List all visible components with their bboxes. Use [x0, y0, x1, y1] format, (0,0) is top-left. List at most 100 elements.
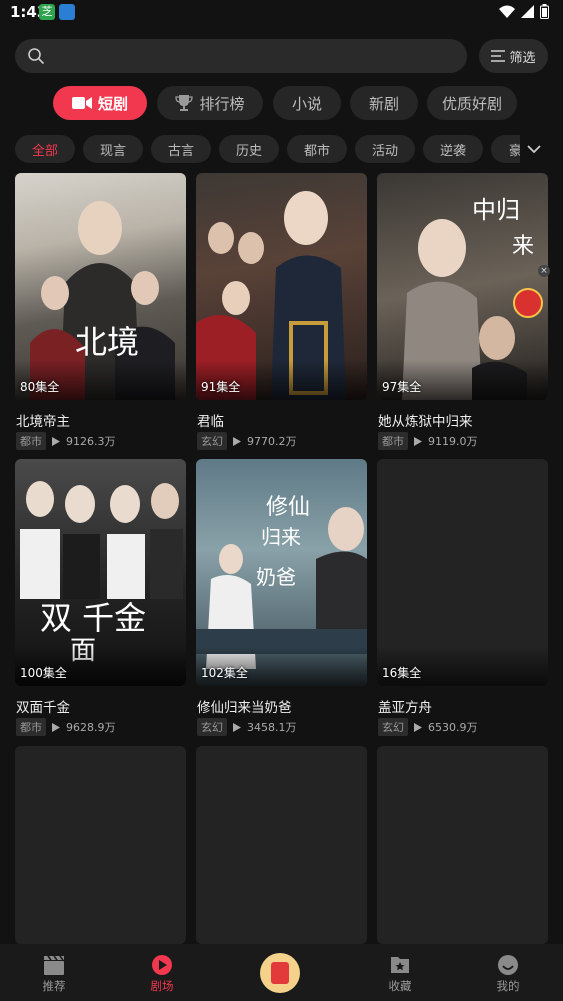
drama-poster[interactable]: 双 千金 面 100集全 — [15, 459, 186, 686]
play-count: 6530.9万 — [428, 721, 478, 734]
category-label: 都市 — [303, 143, 330, 159]
genre-tag: 都市 — [378, 432, 408, 450]
play-count: 9628.9万 — [66, 721, 116, 734]
category-tab[interactable]: 古言 — [151, 135, 211, 163]
drama-title: 双面千金 — [16, 700, 70, 716]
tab-novel[interactable]: 小说 — [273, 86, 341, 120]
drama-poster-placeholder[interactable] — [196, 746, 367, 944]
drama-poster[interactable]: 中归 来 97集全 — [377, 173, 548, 400]
category-label: 逆袭 — [439, 143, 466, 159]
category-tabs: 全部 现言 古言 历史 都市 活动 逆袭 豪 — [15, 135, 520, 163]
play-circle-icon — [152, 955, 172, 975]
category-tab-all[interactable]: 全部 — [15, 135, 75, 163]
svg-text:归来: 归来 — [261, 525, 301, 549]
svg-text:中归: 中归 — [472, 196, 520, 224]
tab-label: 小说 — [291, 94, 322, 113]
battery-icon — [540, 4, 549, 19]
red-envelope-icon — [271, 962, 289, 984]
status-bar: 1:43 芝 — [0, 0, 563, 26]
system-icons — [499, 4, 549, 19]
category-tab[interactable]: 历史 — [219, 135, 279, 163]
tab-quality-drama[interactable]: 优质好剧 — [427, 86, 517, 120]
drama-poster[interactable]: 修仙 归来 奶爸 102集全 — [196, 459, 367, 686]
trophy-icon — [175, 95, 194, 111]
svg-text:双 千金: 双 千金 — [40, 599, 146, 637]
drama-poster[interactable]: 16集全 — [377, 459, 548, 686]
nav-label: 剧场 — [150, 979, 174, 993]
category-label: 历史 — [235, 143, 262, 159]
drama-meta: 玄幻 6530.9万 — [378, 718, 478, 736]
play-icon — [52, 722, 60, 732]
episode-count: 80集全 — [20, 380, 60, 394]
filter-button[interactable]: 筛选 — [479, 39, 548, 73]
genre-tag: 都市 — [16, 718, 46, 736]
nav-item-theater[interactable]: 剧场 — [122, 944, 202, 1001]
tab-label: 排行榜 — [199, 94, 245, 113]
search-icon — [28, 48, 44, 64]
genre-tag: 玄幻 — [197, 718, 227, 736]
signal-icon — [521, 5, 534, 18]
close-icon[interactable]: × — [538, 265, 550, 277]
play-count: 9119.0万 — [428, 435, 478, 448]
nav-item-recommend[interactable]: 推荐 — [14, 944, 94, 1001]
episode-count: 16集全 — [382, 666, 422, 680]
category-label: 现言 — [99, 143, 126, 159]
red-packet-icon[interactable] — [513, 288, 543, 318]
notification-app-icon: 芝 — [39, 4, 55, 20]
drama-poster[interactable]: 91集全 — [196, 173, 367, 400]
tab-short-drama[interactable]: 短剧 — [53, 86, 147, 120]
category-tab[interactable]: 现言 — [83, 135, 143, 163]
category-tab[interactable]: 豪 — [491, 135, 520, 163]
notification-app-icon-2 — [59, 4, 75, 20]
play-icon — [233, 436, 241, 446]
tab-label: 新剧 — [368, 94, 399, 113]
category-label: 豪 — [509, 143, 520, 159]
category-tab[interactable]: 都市 — [287, 135, 347, 163]
drama-meta: 玄幻 9770.2万 — [197, 432, 297, 450]
tab-new-drama[interactable]: 新剧 — [350, 86, 418, 120]
play-icon — [414, 436, 422, 446]
genre-tag: 玄幻 — [197, 432, 227, 450]
genre-tag: 都市 — [16, 432, 46, 450]
filter-lines-icon — [491, 50, 506, 62]
search-input[interactable] — [15, 39, 467, 73]
nav-label: 收藏 — [388, 979, 412, 993]
svg-text:奶爸: 奶爸 — [256, 565, 296, 589]
play-count: 9770.2万 — [247, 435, 297, 448]
play-count: 9126.3万 — [66, 435, 116, 448]
svg-text:北境: 北境 — [75, 323, 139, 361]
category-tab[interactable]: 逆袭 — [423, 135, 483, 163]
face-icon — [498, 955, 518, 975]
red-packet-button[interactable] — [260, 953, 300, 993]
tab-ranking[interactable]: 排行榜 — [157, 86, 263, 120]
drama-title: 君临 — [197, 414, 224, 430]
play-icon — [414, 722, 422, 732]
tab-label: 短剧 — [97, 94, 128, 113]
drama-poster-placeholder[interactable] — [15, 746, 186, 944]
nav-label: 我的 — [496, 979, 520, 993]
drama-poster[interactable]: 北境 80集全 — [15, 173, 186, 400]
category-tab[interactable]: 活动 — [355, 135, 415, 163]
drama-meta: 都市 9119.0万 — [378, 432, 478, 450]
play-count: 3458.1万 — [247, 721, 297, 734]
drama-title: 她从炼狱中归来 — [378, 414, 473, 430]
drama-meta: 玄幻 3458.1万 — [197, 718, 297, 736]
video-camera-icon — [71, 97, 92, 109]
nav-item-favorites[interactable]: 收藏 — [360, 944, 440, 1001]
nav-item-profile[interactable]: 我的 — [468, 944, 548, 1001]
tab-label: 优质好剧 — [441, 94, 502, 113]
chevron-down-icon[interactable] — [522, 138, 546, 160]
svg-text:修仙: 修仙 — [266, 495, 310, 520]
wifi-icon — [499, 5, 515, 18]
drama-poster-placeholder[interactable] — [377, 746, 548, 944]
clapperboard-icon — [44, 955, 64, 975]
filter-label: 筛选 — [509, 50, 536, 66]
drama-title: 北境帝主 — [16, 414, 70, 430]
drama-meta: 都市 9126.3万 — [16, 432, 116, 450]
episode-count: 100集全 — [20, 666, 67, 680]
episode-count: 91集全 — [201, 380, 241, 394]
play-icon — [52, 436, 60, 446]
nav-label: 推荐 — [42, 979, 66, 993]
drama-title: 修仙归来当奶爸 — [197, 700, 292, 716]
svg-text:来: 来 — [512, 234, 534, 259]
